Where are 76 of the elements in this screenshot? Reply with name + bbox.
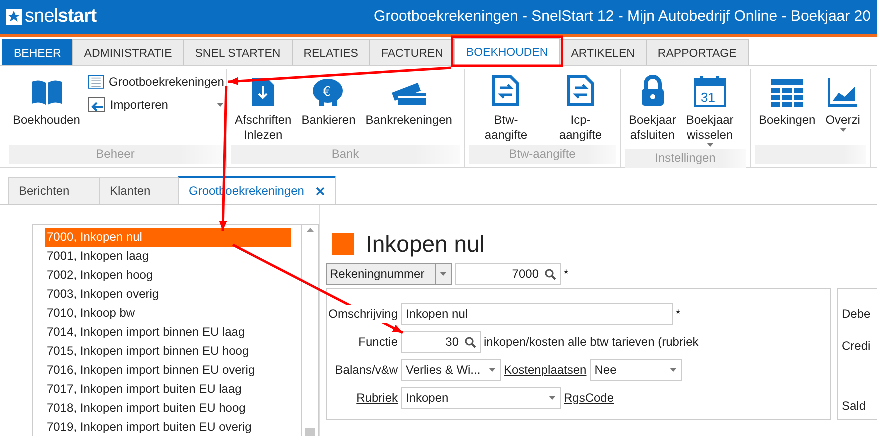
scrollbar[interactable]: [301, 224, 319, 436]
field-label: Omschrijving: [330, 305, 398, 323]
caret-icon: [670, 368, 677, 372]
account-item[interactable]: 7019, Inkopen import buiten EU overig: [45, 418, 292, 436]
import-icon: [88, 97, 106, 113]
rubric-link[interactable]: Rubriek: [356, 389, 398, 407]
account-number-field[interactable]: 7000: [455, 263, 561, 285]
required-mark: *: [564, 266, 569, 283]
description-field[interactable]: Inkopen nul: [401, 303, 673, 325]
account-item[interactable]: 7018, Inkopen import buiten EU hoog: [45, 399, 292, 418]
document-tab[interactable]: Berichten: [8, 177, 100, 204]
account-item[interactable]: 7014, Inkopen import binnen EU laag: [45, 323, 292, 342]
ribbon-button[interactable]: 31 Boekjaar wisselen: [682, 69, 738, 149]
rubric-select[interactable]: Inkopen: [401, 387, 561, 409]
menu-tab[interactable]: RAPPORTAGE: [646, 39, 749, 65]
logo-text: snelstart: [25, 4, 97, 29]
ribbon-button[interactable]: € Bankieren: [298, 69, 360, 145]
search-icon: [465, 336, 476, 348]
caret-icon: [489, 368, 496, 372]
function-description: inkopen/kosten alle btw tarieven (rubriek: [484, 334, 699, 351]
document-tab[interactable]: Klanten: [99, 177, 179, 204]
account-item[interactable]: 7016, Inkopen import binnen EU overig: [45, 361, 292, 380]
menu-tab[interactable]: ARTIKELEN: [559, 39, 647, 65]
search-icon: [545, 268, 556, 280]
list-icon: [88, 74, 105, 90]
table-icon: [771, 79, 804, 107]
ribbon-button[interactable]: Overzi: [822, 69, 864, 145]
group-label: Beheer: [9, 145, 222, 164]
ribbon-button[interactable]: Bankrekeningen: [362, 69, 456, 145]
ribbon-button[interactable]: Icp-aangifte: [545, 69, 616, 145]
download-document-icon: [251, 77, 276, 107]
group-label: Btw-aangifte: [469, 145, 616, 164]
book-icon: [30, 79, 64, 107]
required-mark: *: [676, 306, 681, 323]
menu-tab[interactable]: RELATIES: [292, 39, 370, 65]
group-label: Bank: [231, 145, 460, 164]
calendar-icon: 31: [694, 75, 726, 107]
page-heading: Inkopen nul: [366, 231, 485, 257]
menu-tab[interactable]: BEHEER: [2, 39, 74, 65]
window-title: Grootboekrekeningen - SnelStart 12 - Mijn Autobedrijf Online - Boekjaar 20: [374, 6, 871, 27]
account-item[interactable]: 7017, Inkopen import buiten EU laag: [45, 380, 292, 399]
group-label: Instellingen: [625, 149, 746, 168]
ribbon-button[interactable]: Grootboekrekeningen: [86, 72, 226, 92]
menu-tab[interactable]: ADMINISTRATIE: [72, 39, 184, 65]
caret-icon: [549, 396, 556, 400]
menu-tab[interactable]: SNEL STARTEN: [183, 39, 293, 65]
padlock-icon: [640, 75, 666, 107]
refresh-document-icon: [492, 75, 520, 107]
ribbon-button[interactable]: Afschriften Inlezen: [231, 69, 296, 145]
cost-centers-link[interactable]: Kostenplaatsen: [504, 361, 587, 379]
scroll-up-icon: [306, 228, 314, 232]
field-label: Credi: [842, 338, 872, 355]
account-item[interactable]: 7001, Inkopen laag: [45, 247, 292, 266]
function-field[interactable]: 30: [401, 331, 481, 353]
rgs-code-link[interactable]: RgsCode: [564, 389, 614, 407]
field-label: Sald: [842, 398, 868, 415]
chart-icon: [828, 77, 858, 107]
account-item[interactable]: 7015, Inkopen import binnen EU hoog: [45, 342, 292, 361]
balance-select[interactable]: Verlies & Wi...: [401, 359, 501, 381]
ribbon-button[interactable]: Boekingen: [755, 69, 820, 145]
ribbon-button[interactable]: Boekjaar afsluiten: [625, 69, 680, 149]
star-logo-icon: [6, 9, 22, 25]
account-item[interactable]: 7010, Inkoop bw: [45, 304, 292, 323]
ribbon-button[interactable]: Importeren: [86, 95, 226, 115]
cards-icon: [390, 81, 428, 107]
caret-icon: [440, 272, 447, 276]
ribbon-button[interactable]: Boekhouden: [9, 69, 84, 145]
refresh-document-icon: [566, 75, 595, 107]
scroll-thumb[interactable]: [305, 428, 316, 436]
field-label: Debe: [842, 306, 872, 323]
account-item[interactable]: 7003, Inkopen overig: [45, 285, 292, 304]
account-item[interactable]: 7002, Inkopen hoog: [45, 266, 292, 285]
key-select[interactable]: Rekeningnummer: [326, 263, 452, 285]
menu-tab[interactable]: FACTUREN: [369, 39, 456, 65]
cost-centers-select[interactable]: Nee: [590, 359, 682, 381]
ribbon-button[interactable]: Btw-aangifte: [469, 69, 544, 145]
